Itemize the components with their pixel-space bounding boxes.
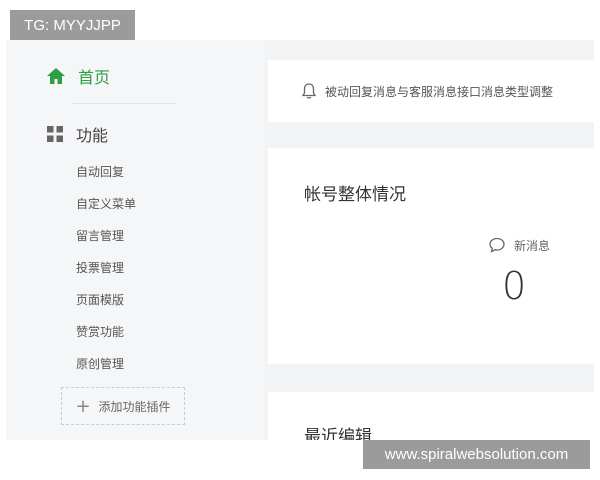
new-messages-count[interactable]: 0 (502, 264, 526, 308)
add-plugin-label: 添加功能插件 (98, 399, 171, 414)
add-plugin-button[interactable]: + 添加功能插件 (61, 387, 185, 425)
new-messages-label: 新消息 (488, 236, 550, 254)
submenu-item-appreciation[interactable]: 赞赏功能 (76, 322, 136, 354)
grid-icon (47, 126, 63, 142)
notice-link[interactable]: 被动回复消息与客服消息接口消息类型调整 (301, 82, 553, 100)
home-icon (47, 68, 65, 84)
plus-icon: + (75, 395, 91, 417)
submenu-item-comments[interactable]: 留言管理 (76, 226, 136, 258)
chat-bubble-icon (489, 237, 505, 253)
sidebar-item-function-label: 功能 (76, 126, 109, 145)
account-overview-title: 帐号整体情况 (304, 185, 406, 205)
sidebar-item-home[interactable]: 首页 (46, 64, 110, 88)
watermark: www.spiralwebsolution.com (363, 440, 590, 469)
submenu-item-page-templates[interactable]: 页面模版 (76, 290, 136, 322)
submenu-item-voting[interactable]: 投票管理 (76, 258, 136, 290)
sidebar: 首页 功能 自动回复 自定义菜单 留言管理 投票管理 页面模版 赞赏功能 原创管… (6, 40, 264, 440)
notice-text: 被动回复消息与客服消息接口消息类型调整 (325, 84, 554, 99)
new-messages-text: 新消息 (514, 238, 551, 253)
sidebar-item-function[interactable]: 功能 (46, 122, 108, 146)
recent-edits-card: 最近编辑 (268, 392, 594, 440)
notice-card: 被动回复消息与客服消息接口消息类型调整 (268, 60, 594, 122)
function-submenu: 自动回复 自定义菜单 留言管理 投票管理 页面模版 赞赏功能 原创管理 (76, 162, 136, 386)
recent-edits-title: 最近编辑 (304, 427, 372, 440)
sidebar-item-home-label: 首页 (78, 68, 111, 87)
sidebar-divider (72, 103, 176, 104)
submenu-item-auto-reply[interactable]: 自动回复 (76, 162, 136, 194)
admin-dashboard: 首页 功能 自动回复 自定义菜单 留言管理 投票管理 页面模版 赞赏功能 原创管… (6, 40, 594, 440)
submenu-item-custom-menu[interactable]: 自定义菜单 (76, 194, 136, 226)
account-overview-card: 帐号整体情况 新消息 0 (268, 148, 594, 364)
bell-icon (301, 83, 317, 99)
submenu-item-original[interactable]: 原创管理 (76, 354, 136, 386)
tg-badge: TG: MYYJJPP (10, 10, 135, 40)
